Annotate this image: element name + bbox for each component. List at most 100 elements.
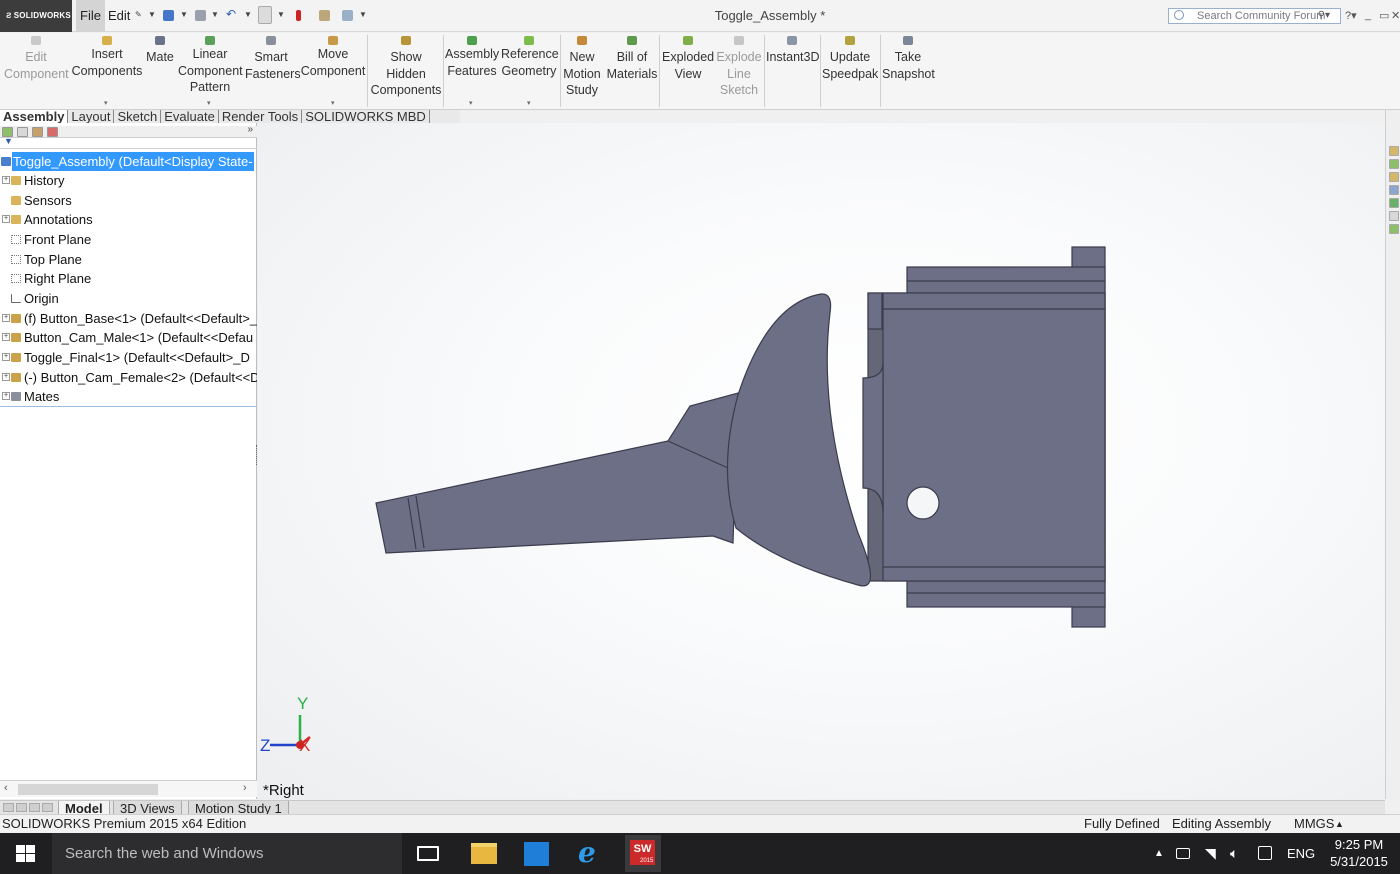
design-library-icon[interactable] (1389, 159, 1399, 169)
taskbar-search-input[interactable]: Search the web and Windows (52, 833, 402, 874)
menu-edit[interactable]: Edit (104, 0, 134, 32)
tree-root-assembly[interactable]: Toggle_Assembly (Default<Display State- (0, 152, 257, 171)
tree-filter[interactable]: ▼ (0, 136, 257, 149)
first-tab-icon[interactable] (3, 803, 14, 812)
battery-icon[interactable] (1176, 848, 1190, 859)
file-properties-icon[interactable] (319, 10, 330, 21)
tree-item-button-cam-male[interactable]: + Button_Cam_Male<1> (Default<<Defau (0, 328, 257, 347)
tab-assembly[interactable]: Assembly (0, 110, 69, 123)
custom-properties-icon[interactable] (1389, 211, 1399, 221)
volume-icon[interactable]: 🔈︎ (1230, 833, 1238, 874)
print-icon[interactable] (195, 10, 206, 21)
tree-item-annotations[interactable]: + Annotations (0, 210, 257, 229)
tab-layout[interactable]: Layout (68, 110, 115, 123)
expand-icon[interactable]: + (2, 314, 10, 322)
menu-file[interactable]: File (76, 0, 105, 32)
print-caret-icon[interactable]: ▼ (211, 10, 219, 19)
expand-icon[interactable]: + (2, 215, 10, 223)
expand-icon[interactable]: + (2, 176, 10, 184)
bill-of-materials-button[interactable]: Bill of Materials (606, 36, 658, 82)
restore-icon[interactable]: ▭ (1379, 9, 1389, 22)
linear-component-pattern-button[interactable]: Linear Component Pattern (178, 36, 243, 96)
new-motion-study-button[interactable]: New Motion Study (562, 36, 602, 99)
horizontal-scrollbar[interactable]: ‹ › (0, 780, 257, 797)
save-caret-icon[interactable]: ▼ (180, 10, 188, 19)
expand-icon[interactable]: + (2, 392, 10, 400)
move-caret-icon[interactable]: ▾ (331, 99, 335, 107)
take-snapshot-button[interactable]: Take Snapshot (882, 36, 935, 82)
tab-sketch[interactable]: Sketch (114, 110, 162, 123)
expand-icon[interactable]: + (2, 373, 10, 381)
forum-icon[interactable] (1389, 224, 1399, 234)
tree-item-toggle-final[interactable]: + Toggle_Final<1> (Default<<Default>_D (0, 348, 257, 367)
tree-item-front-plane[interactable]: Front Plane (0, 230, 257, 249)
menu-caret-icon[interactable]: ▼ (148, 10, 156, 19)
tree-item-right-plane[interactable]: Right Plane (0, 269, 257, 288)
minimize-icon[interactable]: _ (1365, 9, 1371, 21)
close-icon[interactable]: ✕ (1391, 9, 1400, 22)
exploded-view-button[interactable]: Exploded View (662, 36, 714, 82)
tree-item-origin[interactable]: Origin (0, 289, 257, 308)
property-manager-tab-icon[interactable] (17, 127, 28, 137)
scroll-right-icon[interactable]: › (243, 782, 247, 794)
options-caret-icon[interactable]: ▼ (359, 10, 367, 19)
filter-icon[interactable]: ▼ (4, 136, 13, 146)
reference-geometry-button[interactable]: Reference Geometry (501, 36, 559, 79)
task-view-icon[interactable] (417, 846, 439, 861)
expand-icon[interactable]: + (2, 333, 10, 341)
store-icon[interactable] (524, 842, 549, 866)
tab-model[interactable]: Model (58, 801, 110, 814)
tree-item-button-base[interactable]: + (f) Button_Base<1> (Default<<Default>_ (0, 309, 257, 328)
select-caret-icon[interactable]: ▼ (277, 10, 285, 19)
tab-motion-study-1[interactable]: Motion Study 1 (188, 801, 289, 814)
undo-caret-icon[interactable]: ▼ (244, 10, 252, 19)
save-icon[interactable] (163, 10, 174, 21)
search-community-input[interactable]: Search Community Forum ⚲▾ (1168, 8, 1341, 24)
explode-line-sketch-button[interactable]: Explode Line Sketch (715, 36, 763, 99)
configuration-manager-tab-icon[interactable] (32, 127, 43, 137)
solidworks-taskbar-button[interactable]: SW 2015 (625, 835, 661, 872)
insert-caret-icon[interactable]: ▾ (104, 99, 108, 107)
assembly-features-button[interactable]: Assembly Features (445, 36, 499, 79)
start-button[interactable] (16, 845, 36, 863)
search-icon[interactable]: ⚲▾ (1318, 9, 1330, 23)
mate-button[interactable]: Mate (144, 36, 176, 66)
tree-item-mates[interactable]: + Mates (0, 387, 257, 406)
tab-solidworks-mbd[interactable]: SOLIDWORKS MBD (302, 110, 430, 123)
last-tab-icon[interactable] (42, 803, 53, 812)
tree-item-top-plane[interactable]: Top Plane (0, 250, 257, 269)
expand-icon[interactable]: + (2, 353, 10, 361)
smart-fasteners-button[interactable]: Smart Fasteners (245, 36, 301, 82)
options-icon[interactable] (342, 10, 353, 21)
scroll-thumb[interactable] (18, 784, 158, 795)
file-explorer-icon[interactable] (471, 843, 497, 864)
tab-evaluate[interactable]: Evaluate (161, 110, 219, 123)
appearances-icon[interactable] (1389, 198, 1399, 208)
resources-icon[interactable] (1389, 146, 1399, 156)
tree-item-history[interactable]: + History (0, 171, 257, 190)
internet-explorer-icon[interactable]: e (578, 839, 604, 867)
scroll-left-icon[interactable]: ‹ (4, 782, 8, 794)
tab-render-tools[interactable]: Render Tools (219, 110, 303, 123)
language-indicator[interactable]: ENG (1287, 833, 1315, 874)
edit-component-button[interactable]: Edit Component (4, 36, 69, 82)
select-icon[interactable] (258, 6, 272, 24)
tree-item-button-cam-female[interactable]: + (-) Button_Cam_Female<2> (Default<<D (0, 368, 257, 387)
pattern-caret-icon[interactable]: ▾ (207, 99, 211, 107)
tab-3d-views[interactable]: 3D Views (113, 801, 182, 814)
rebuild-icon[interactable] (296, 10, 301, 21)
show-hidden-icons[interactable]: ▲ (1154, 833, 1164, 874)
expand-tabs-icon[interactable]: » (247, 124, 253, 135)
units-caret-icon[interactable]: ▲ (1335, 815, 1344, 833)
move-component-button[interactable]: Move Component (300, 36, 366, 79)
search-scope-icon[interactable] (1174, 10, 1184, 20)
action-center-icon[interactable] (1258, 846, 1272, 860)
unit-system[interactable]: MMGS (1294, 815, 1334, 833)
graphics-area[interactable]: ▫▫▭✕ (258, 123, 1385, 799)
view-palette-icon[interactable] (1389, 185, 1399, 195)
file-explorer-icon[interactable] (1389, 172, 1399, 182)
next-tab-icon[interactable] (29, 803, 40, 812)
clock[interactable]: 9:25 PM 5/31/2015 (1318, 836, 1400, 870)
instant3d-button[interactable]: Instant3D (766, 36, 820, 66)
features-caret-icon[interactable]: ▾ (469, 99, 473, 107)
